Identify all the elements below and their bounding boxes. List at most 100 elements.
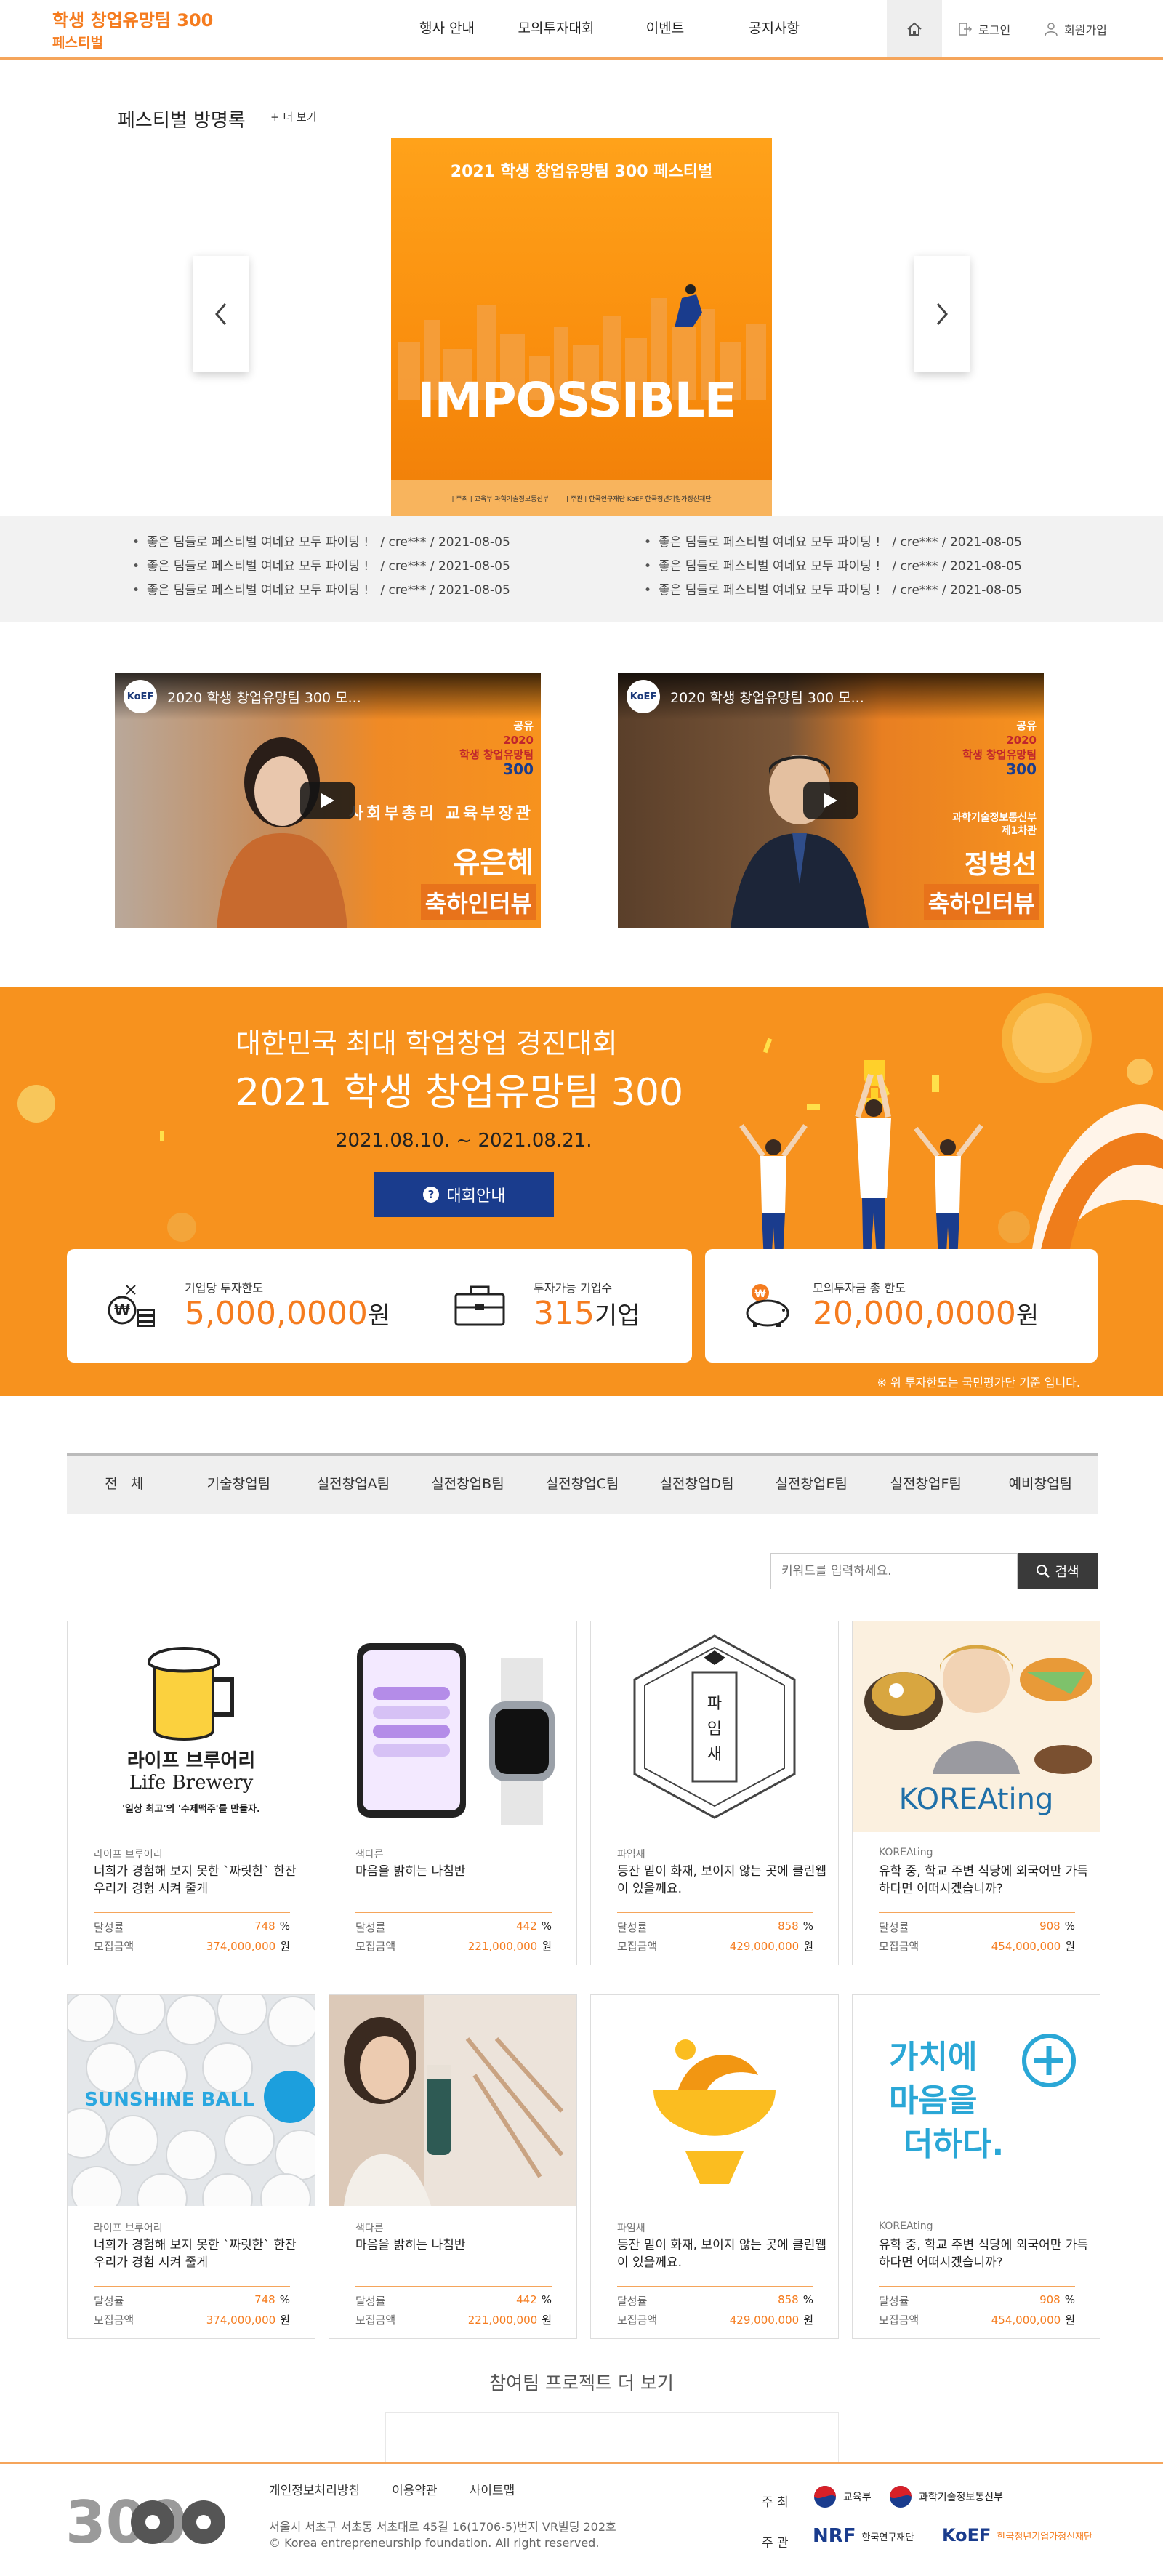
project-image[interactable]: 가치에 마음을 더하다.	[853, 1995, 1100, 2206]
video-channel-logo[interactable]: KoEF	[124, 680, 157, 713]
logo-subtitle[interactable]: 페스티벌	[52, 32, 103, 52]
stat-label: 모집금액	[617, 1940, 658, 1953]
project-category: KOREAting	[879, 1847, 933, 1858]
poster-title: 2021 학생 창업유망팀 300 페스티벌	[450, 163, 713, 181]
manage-org-nrf[interactable]: NRF 한국연구재단	[813, 2525, 914, 2547]
project-divider	[879, 2286, 1075, 2287]
video-name: 정병선	[964, 850, 1037, 880]
category-tabs: 전 체 기술창업팀 실전창업A팀 실전창업B팀 실전창업C팀 실전창업D팀 실전…	[67, 1453, 1098, 1514]
stat-value: 858	[778, 1919, 799, 1933]
sitemap-link[interactable]: 사이트맵	[470, 2480, 515, 2498]
more-projects-link[interactable]: 참여팀 프로젝트 더 보기	[0, 2369, 1163, 2395]
question-icon: ?	[422, 1187, 439, 1203]
list-item[interactable]: 좋은 팀들로 페스티벌 여네요 모두 파이팅 ! / cre*** / 2021…	[132, 531, 510, 555]
project-stat-row: 모집금액 221,000,000 원	[355, 2312, 552, 2327]
video-player-2[interactable]: KoEF 2020 학생 창업유망팀 300 모... 공유 2020 학생 창업유망…	[618, 673, 1044, 928]
project-stat-row: 달성률 858%	[617, 1919, 813, 1935]
list-item[interactable]: 좋은 팀들로 페스티벌 여네요 모두 파이팅 ! / cre*** / 2021…	[644, 531, 1022, 555]
privacy-policy-link[interactable]: 개인정보처리방침	[269, 2480, 360, 2498]
project-image[interactable]: 파임새	[591, 1621, 838, 1832]
stat-label: 모집금액	[94, 2314, 134, 2327]
tab-practical-b[interactable]: 실전창업B팀	[411, 1456, 526, 1514]
play-button[interactable]	[803, 782, 858, 819]
manage-org-koef[interactable]: KoEF 한국청년기업가정신재단	[942, 2525, 1092, 2545]
list-item[interactable]: 좋은 팀들로 페스티벌 여네요 모두 파이팅 ! / cre*** / 2021…	[644, 555, 1022, 579]
nav-event-info[interactable]: 행사 안내	[393, 0, 502, 57]
video-title[interactable]: 2020 학생 창업유망팀 300 모...	[167, 687, 361, 707]
search-button[interactable]: 검색	[1018, 1553, 1098, 1589]
tab-tech[interactable]: 기술창업팀	[182, 1456, 297, 1514]
footer-logo: 300	[65, 2492, 225, 2550]
msit-logo-icon	[890, 2486, 912, 2508]
project-description: 유학 중, 학교 주변 식당에 외국어만 가득하다면 어떠시겠습니까?	[879, 1864, 1089, 1896]
festival-poster[interactable]: 2021 학생 창업유망팀 300 페스티벌 IMPOSSIBLE | 주최 |…	[391, 138, 772, 516]
project-image[interactable]	[329, 1621, 576, 1832]
host-org-msit[interactable]: 과학기술정보통신부	[888, 2484, 1003, 2509]
project-card[interactable]: 가치에 마음을 더하다. KOREAting 유학 중, 학교 주변 식당에 외국어만 …	[852, 1994, 1100, 2339]
banner-date: 2021.08.10. ~ 2021.08.21.	[336, 1130, 592, 1152]
tab-practical-e[interactable]: 실전창업E팀	[754, 1456, 869, 1514]
project-image[interactable]: SUNSHINE BALL	[68, 1995, 315, 2206]
nav-event[interactable]: 이벤트	[611, 0, 720, 57]
tab-preliminary[interactable]: 예비창업팀	[983, 1456, 1098, 1514]
project-stat-row: 달성률 442%	[355, 2293, 552, 2308]
login-link[interactable]: 로그인	[958, 0, 1010, 57]
project-category: 파임새	[617, 2223, 645, 2234]
signup-link[interactable]: 회원가입	[1044, 0, 1107, 57]
koef-logo: KoEF	[942, 2525, 991, 2545]
home-button[interactable]	[887, 0, 942, 57]
project-card[interactable]: 색다른 마음을 밝히는 나침반 달성률 442% 모집금액 221,000,000 원	[329, 1994, 577, 2339]
svg-text:새: 새	[707, 1746, 722, 1764]
terms-link[interactable]: 이용약관	[392, 2480, 438, 2498]
svg-text:₩: ₩	[754, 1288, 766, 1300]
video-channel-logo[interactable]: KoEF	[627, 680, 660, 713]
project-card[interactable]: KOREAting KOREAting 유학 중, 학교 주변 식당에 외국어만 가…	[852, 1621, 1100, 1965]
project-image[interactable]	[591, 1995, 838, 2206]
tab-all[interactable]: 전 체	[67, 1456, 182, 1514]
stat-per-company: ₩ 기업당 투자한도 5,000,0000원	[106, 1278, 390, 1331]
nav-mock-investment[interactable]: 모의투자대회	[502, 0, 611, 57]
stat-label: 달성률	[879, 1921, 909, 1934]
contest-info-button[interactable]: ? 대회안내	[374, 1172, 554, 1217]
list-item[interactable]: 좋은 팀들로 페스티벌 여네요 모두 파이팅 ! / cre*** / 2021…	[644, 579, 1022, 603]
search-input[interactable]	[770, 1553, 1018, 1589]
stat-label: 모집금액	[617, 2314, 658, 2327]
stat-unit: 기업	[594, 1301, 640, 1331]
project-divider	[617, 2286, 813, 2287]
project-divider	[355, 1912, 552, 1913]
project-image[interactable]: 라이프 브루어리 Life Brewery '일상 최고'의 '수제맥주'를 만들자…	[68, 1621, 315, 1832]
project-card[interactable]: SUNSHINE BALL 라이프 브루어리 너희가 경험해 보지 못한 `짜릿한`…	[67, 1994, 315, 2339]
speaker-photo	[731, 755, 869, 928]
tab-practical-c[interactable]: 실전창업C팀	[525, 1456, 640, 1514]
list-item[interactable]: 좋은 팀들로 페스티벌 여네요 모두 파이팅 ! / cre*** / 2021…	[132, 555, 510, 579]
stat-label: 모의투자금 총 한도	[813, 1281, 906, 1295]
carousel-next-button[interactable]	[914, 256, 970, 372]
stat-label: 기업당 투자한도	[185, 1281, 264, 1295]
project-card[interactable]: 파임새 등잔 밑이 화재, 보이지 않는 곳에 클린웹이 있을께요. 달성률 858%…	[590, 1994, 839, 2339]
nav-notice[interactable]: 공지사항	[720, 0, 829, 57]
tab-practical-a[interactable]: 실전창업A팀	[296, 1456, 411, 1514]
project-category: 라이프 브루어리	[94, 2223, 163, 2234]
play-button[interactable]	[300, 782, 355, 819]
project-image[interactable]: KOREAting	[853, 1621, 1100, 1832]
project-card[interactable]: 색다른 마음을 밝히는 나침반 달성률 442% 모집금액 221,000,000 원	[329, 1621, 577, 1965]
logo-title[interactable]: 학생 창업유망팀 300	[52, 6, 213, 31]
project-card[interactable]: 라이프 브루어리 Life Brewery '일상 최고'의 '수제맥주'를 만들자…	[67, 1621, 315, 1965]
list-item[interactable]: 좋은 팀들로 페스티벌 여네요 모두 파이팅 ! / cre*** / 2021…	[132, 579, 510, 603]
svg-text:마음을: 마음을	[889, 2082, 977, 2119]
video-player-1[interactable]: KoEF 2020 학생 창업유망팀 300 모... 공유 2020 학생 창업유망…	[115, 673, 541, 928]
carousel-prev-button[interactable]	[193, 256, 249, 372]
video-title[interactable]: 2020 학생 창업유망팀 300 모...	[670, 687, 864, 707]
play-icon	[824, 793, 837, 808]
stat-unit: 원	[280, 2314, 290, 2327]
tab-practical-f[interactable]: 실전창업F팀	[869, 1456, 983, 1514]
host-org-moe[interactable]: 교육부	[813, 2484, 872, 2509]
project-card[interactable]: 파 임 새 파임새 등잔 밑이 화재, 보이지 않는 곳에 클린웹이 있을께요. 달성률 8…	[590, 1621, 839, 1965]
project-stat-row: 모집금액 454,000,000 원	[879, 1938, 1075, 1954]
stat-unit: %	[1064, 2293, 1075, 2306]
guestbook-more-link[interactable]: + 더 보기	[270, 109, 317, 124]
guestbook-list-left: 좋은 팀들로 페스티벌 여네요 모두 파이팅 ! / cre*** / 2021…	[132, 531, 510, 603]
project-image[interactable]	[329, 1995, 576, 2206]
project-stat-row: 달성률 748%	[94, 2293, 290, 2308]
tab-practical-d[interactable]: 실전창업D팀	[640, 1456, 754, 1514]
